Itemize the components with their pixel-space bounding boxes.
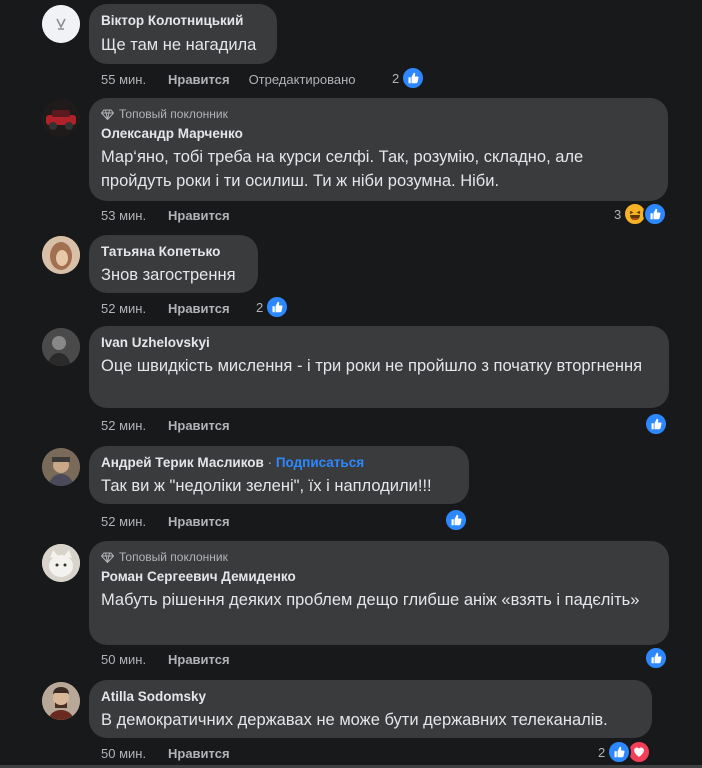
comment-author[interactable]: Роман Сергеевич Демиденко	[101, 568, 657, 586]
comment-text: Знов загострення	[101, 266, 236, 284]
comment-time[interactable]: 52 мин.	[101, 301, 168, 316]
comment-time[interactable]: 52 мин.	[101, 514, 168, 529]
like-button[interactable]: Нравится	[168, 72, 230, 87]
comment-bubble: Татьяна Копетько Знов загострення	[89, 235, 258, 293]
comment-bubble: Ivan Uzhelovskyi Оце швидкість мислення …	[89, 326, 669, 408]
separator-dot: ·	[263, 455, 276, 470]
reaction-summary[interactable]	[444, 508, 468, 532]
comment-author[interactable]: Татьяна Копетько	[101, 243, 246, 261]
thumbs-up-icon	[644, 412, 668, 436]
follow-button[interactable]: Подписаться	[276, 455, 364, 470]
comment-text: Оце швидкість мислення - і три роки не п…	[101, 357, 643, 375]
reaction-count: 2	[256, 299, 264, 315]
top-fan-badge: Топовый поклонник	[101, 549, 657, 565]
comment-author[interactable]: Atilla Sodomsky	[101, 688, 640, 706]
thumbs-up-icon	[644, 646, 668, 670]
reaction-count: 3	[614, 206, 622, 222]
badge-label: Топовый поклонник	[119, 550, 228, 564]
avatar[interactable]	[42, 5, 80, 43]
avatar[interactable]	[42, 236, 80, 274]
avatar[interactable]	[42, 544, 80, 582]
avatar[interactable]	[42, 99, 80, 137]
comment-bubble: Топовый поклонник Олександр Марченко Мар…	[89, 98, 668, 201]
comment-bubble: Топовый поклонник Роман Сергеевич Демиде…	[89, 541, 669, 645]
comment-author[interactable]: Ivan Uzhelovskyi	[101, 334, 657, 352]
like-button[interactable]: Нравится	[168, 208, 230, 223]
like-button[interactable]: Нравится	[168, 514, 230, 529]
comment-meta: 52 мин. Нравится	[101, 299, 230, 317]
diamond-icon	[101, 109, 114, 120]
thumbs-up-icon	[265, 295, 290, 319]
reaction-summary[interactable]: 2	[598, 740, 652, 764]
like-button[interactable]: Нравится	[168, 418, 230, 433]
comment-time[interactable]: 50 мин.	[101, 652, 168, 667]
thumbs-up-icon	[607, 740, 632, 764]
reaction-summary[interactable]	[644, 412, 668, 436]
comment-author-line: Андрей Терик Масликов · Подписаться	[101, 454, 457, 472]
comment-text: Так ви ж "недоліки зелені", їх і наплоди…	[101, 477, 432, 495]
comment-author[interactable]: Віктор Колотницький	[101, 12, 265, 30]
reaction-summary[interactable]: 3	[614, 202, 668, 226]
top-fan-badge: Топовый поклонник	[101, 106, 656, 122]
comment-bubble: Віктор Колотницький Ще там не нагадила	[89, 4, 277, 64]
comment-time[interactable]: 50 мин.	[101, 746, 168, 761]
reaction-count: 2	[598, 744, 606, 760]
comment-meta: 50 мин. Нравится	[101, 650, 230, 668]
comment-meta: 53 мин. Нравится	[101, 206, 230, 224]
thumbs-up-icon	[401, 66, 426, 90]
comment-bubble: Андрей Терик Масликов · Подписаться Так …	[89, 446, 469, 504]
comment-author[interactable]: Андрей Терик Масликов	[101, 455, 264, 470]
comment-author[interactable]: Олександр Марченко	[101, 125, 656, 143]
comment-meta: 55 мин. Нравится Отредактировано	[101, 70, 356, 88]
thumbs-up-icon	[444, 508, 468, 532]
avatar[interactable]	[42, 328, 80, 366]
comment-text: Мабуть рішення деяких проблем дещо глибш…	[101, 591, 640, 609]
comment-time[interactable]: 52 мин.	[101, 418, 168, 433]
comment-bubble: Atilla Sodomsky В демократичних державах…	[89, 680, 652, 738]
edited-label[interactable]: Отредактировано	[249, 72, 356, 87]
reaction-summary[interactable]: 2	[392, 66, 426, 90]
diamond-icon	[101, 552, 114, 563]
reaction-summary[interactable]	[644, 646, 668, 670]
like-button[interactable]: Нравится	[168, 652, 230, 667]
like-button[interactable]: Нравится	[168, 746, 230, 761]
comment-meta: 52 мин. Нравится	[101, 512, 230, 530]
like-button[interactable]: Нравится	[168, 301, 230, 316]
avatar[interactable]	[42, 448, 80, 486]
comment-meta: 50 мин. Нравится	[101, 744, 230, 762]
comment-time[interactable]: 55 мин.	[101, 72, 168, 87]
comment-text: Мар‘яно, тобі треба на курси селфі. Так,…	[101, 148, 584, 190]
avatar[interactable]	[42, 682, 80, 720]
thumbs-up-icon	[643, 202, 668, 226]
comment-text: Ще там не нагадила	[101, 36, 257, 54]
badge-label: Топовый поклонник	[119, 107, 228, 121]
comment-meta: 52 мин. Нравится	[101, 416, 230, 434]
comment-time[interactable]: 53 мин.	[101, 208, 168, 223]
comment-text: В демократичних державах не може бути де…	[101, 711, 608, 729]
reaction-summary[interactable]: 2	[256, 295, 290, 319]
reaction-count: 2	[392, 70, 400, 86]
